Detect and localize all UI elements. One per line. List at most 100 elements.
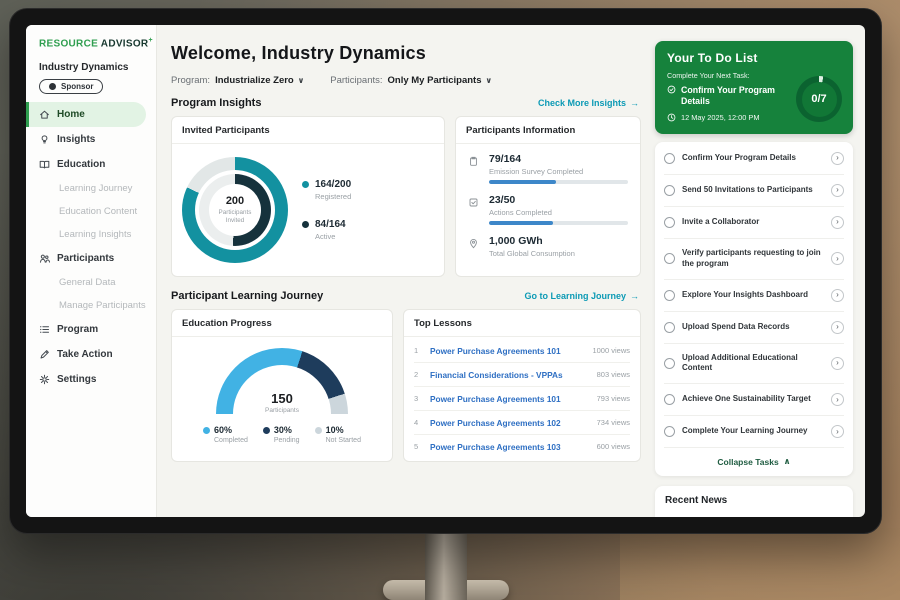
lesson-row[interactable]: 2 Financial Considerations - VPPAs 803 v… — [414, 363, 630, 387]
todo-item[interactable]: Invite a Collaborator › — [664, 207, 844, 239]
todo-item[interactable]: Send 50 Invitations to Participants › — [664, 175, 844, 207]
lesson-link[interactable]: Power Purchase Agreements 103 — [430, 442, 589, 452]
legend-label: Pending — [274, 437, 300, 444]
chevron-right-icon[interactable]: › — [831, 289, 844, 302]
lesson-row[interactable]: 4 Power Purchase Agreements 102 734 view… — [414, 411, 630, 435]
sidebar-item-home[interactable]: Home — [26, 102, 146, 127]
chevron-right-icon[interactable]: › — [831, 425, 844, 438]
task-checkbox[interactable] — [664, 185, 675, 196]
sidebar-item-take-action[interactable]: Take Action — [26, 342, 156, 367]
sidebar-item-label: Learning Journey — [59, 183, 132, 194]
task-checkbox[interactable] — [664, 290, 675, 301]
stat-row: 79/164 Emission Survey Completed — [468, 153, 628, 184]
donut-legend: 164/200 Registered 84/164 Active — [302, 179, 351, 241]
chevron-right-icon[interactable]: › — [831, 152, 844, 165]
program-filter-value: Industrialize Zero — [215, 75, 294, 86]
go-to-learning-journey-link[interactable]: Go to Learning Journey → — [524, 291, 639, 301]
progress-bar-fill — [489, 180, 556, 184]
monitor: RESOURCE ADVISOR+ Industry Dynamics Spon… — [9, 8, 882, 534]
todo-item[interactable]: Achieve One Sustainability Target › — [664, 384, 844, 416]
donut-center-value: 200 — [226, 195, 244, 207]
sponsor-badge[interactable]: Sponsor — [39, 79, 103, 94]
lesson-views: 793 views — [597, 394, 630, 403]
chevron-right-icon[interactable]: › — [831, 184, 844, 197]
task-label: Send 50 Invitations to Participants — [682, 185, 824, 196]
lesson-row[interactable]: 5 Power Purchase Agreements 103 600 view… — [414, 435, 630, 458]
legend-dot-not-started — [315, 427, 322, 434]
stat-value: 23/50 — [489, 194, 628, 206]
task-checkbox[interactable] — [664, 217, 675, 228]
todo-item[interactable]: Upload Additional Educational Content › — [664, 344, 844, 385]
todo-item[interactable]: Upload Spend Data Records › — [664, 312, 844, 344]
todo-item[interactable]: Complete Your Learning Journey › — [664, 416, 844, 448]
chevron-right-icon[interactable]: › — [831, 321, 844, 334]
clipboard-icon — [468, 153, 481, 184]
todo-panel: Your To Do List Complete Your Next Task:… — [653, 25, 865, 517]
sidebar-item-learning-journey[interactable]: Learning Journey — [26, 177, 156, 200]
link-label: Check More Insights — [538, 98, 626, 108]
sidebar-item-participants[interactable]: Participants — [26, 246, 156, 271]
legend-label: Not Started — [326, 437, 361, 444]
program-filter-dropdown[interactable]: Industrialize Zero ∨ — [215, 75, 304, 86]
chevron-right-icon[interactable]: › — [831, 252, 844, 265]
participants-filter-label: Participants: — [330, 75, 382, 86]
collapse-tasks-button[interactable]: Collapse Tasks ∧ — [664, 448, 844, 474]
pencil-icon — [39, 349, 50, 360]
legend-item: 30% Pending — [263, 425, 300, 444]
sidebar-item-education[interactable]: Education — [26, 152, 156, 177]
desk-background: RESOURCE ADVISOR+ Industry Dynamics Spon… — [0, 0, 900, 600]
sidebar-item-education-content[interactable]: Education Content — [26, 200, 156, 223]
todo-progress-value: 0/7 — [802, 82, 837, 117]
sidebar-item-settings[interactable]: Settings — [26, 367, 156, 392]
lessons-list: 1 Power Purchase Agreements 101 1000 vie… — [404, 337, 640, 461]
lightbulb-icon — [39, 134, 50, 145]
task-checkbox[interactable] — [664, 322, 675, 333]
lesson-link[interactable]: Power Purchase Agreements 101 — [430, 346, 584, 356]
legend-item: 84/164 Active — [302, 219, 351, 241]
stat-value: 79/164 — [489, 153, 628, 165]
todo-item[interactable]: Confirm Your Program Details › — [664, 143, 844, 175]
lesson-views: 734 views — [597, 418, 630, 427]
legend-item: 10% Not Started — [315, 425, 361, 444]
progress-bar — [489, 221, 628, 225]
task-checkbox[interactable] — [664, 426, 675, 437]
check-circle-icon — [667, 85, 676, 94]
lesson-link[interactable]: Power Purchase Agreements 102 — [430, 418, 589, 428]
sidebar-item-insights[interactable]: Insights — [26, 127, 156, 152]
chevron-right-icon[interactable]: › — [831, 393, 844, 406]
sidebar-item-general-data[interactable]: General Data — [26, 271, 156, 294]
learning-journey-section-header: Participant Learning Journey Go to Learn… — [171, 290, 639, 302]
sidebar-item-learning-insights[interactable]: Learning Insights — [26, 223, 156, 246]
task-checkbox[interactable] — [664, 394, 675, 405]
lesson-link[interactable]: Power Purchase Agreements 101 — [430, 394, 589, 404]
legend-value: 30% — [274, 425, 292, 435]
legend-item: 164/200 Registered — [302, 179, 351, 201]
task-checkbox[interactable] — [664, 153, 675, 164]
sidebar-item-manage-participants[interactable]: Manage Participants — [26, 294, 156, 317]
sidebar-item-label: Home — [57, 109, 85, 120]
sidebar-item-label: Education — [57, 159, 105, 170]
next-task-row: Confirm Your Program Details — [667, 85, 797, 107]
lesson-rank: 1 — [414, 346, 422, 355]
todo-item[interactable]: Explore Your Insights Dashboard › — [664, 280, 844, 312]
sidebar-item-program[interactable]: Program — [26, 317, 156, 342]
chevron-right-icon[interactable]: › — [831, 357, 844, 370]
sponsor-icon — [49, 83, 56, 90]
task-checkbox[interactable] — [664, 253, 675, 264]
program-filter-label: Program: — [171, 75, 210, 86]
task-label: Explore Your Insights Dashboard — [682, 290, 824, 301]
link-label: Go to Learning Journey — [524, 291, 626, 301]
stat-label: Actions Completed — [489, 208, 628, 217]
participants-filter-dropdown[interactable]: Only My Participants ∨ — [388, 75, 492, 86]
lesson-views: 1000 views — [592, 346, 630, 355]
lesson-link[interactable]: Financial Considerations - VPPAs — [430, 370, 589, 380]
chevron-right-icon[interactable]: › — [831, 216, 844, 229]
sidebar-item-label: Learning Insights — [59, 229, 131, 240]
check-more-insights-link[interactable]: Check More Insights → — [538, 98, 639, 108]
todo-item[interactable]: Verify participants requesting to join t… — [664, 239, 844, 280]
task-checkbox[interactable] — [664, 358, 675, 369]
donut-center: 200 Participants Invited — [209, 184, 261, 236]
lesson-row[interactable]: 1 Power Purchase Agreements 101 1000 vie… — [414, 339, 630, 363]
lesson-row[interactable]: 3 Power Purchase Agreements 101 793 view… — [414, 387, 630, 411]
checkbox-icon — [468, 194, 481, 225]
